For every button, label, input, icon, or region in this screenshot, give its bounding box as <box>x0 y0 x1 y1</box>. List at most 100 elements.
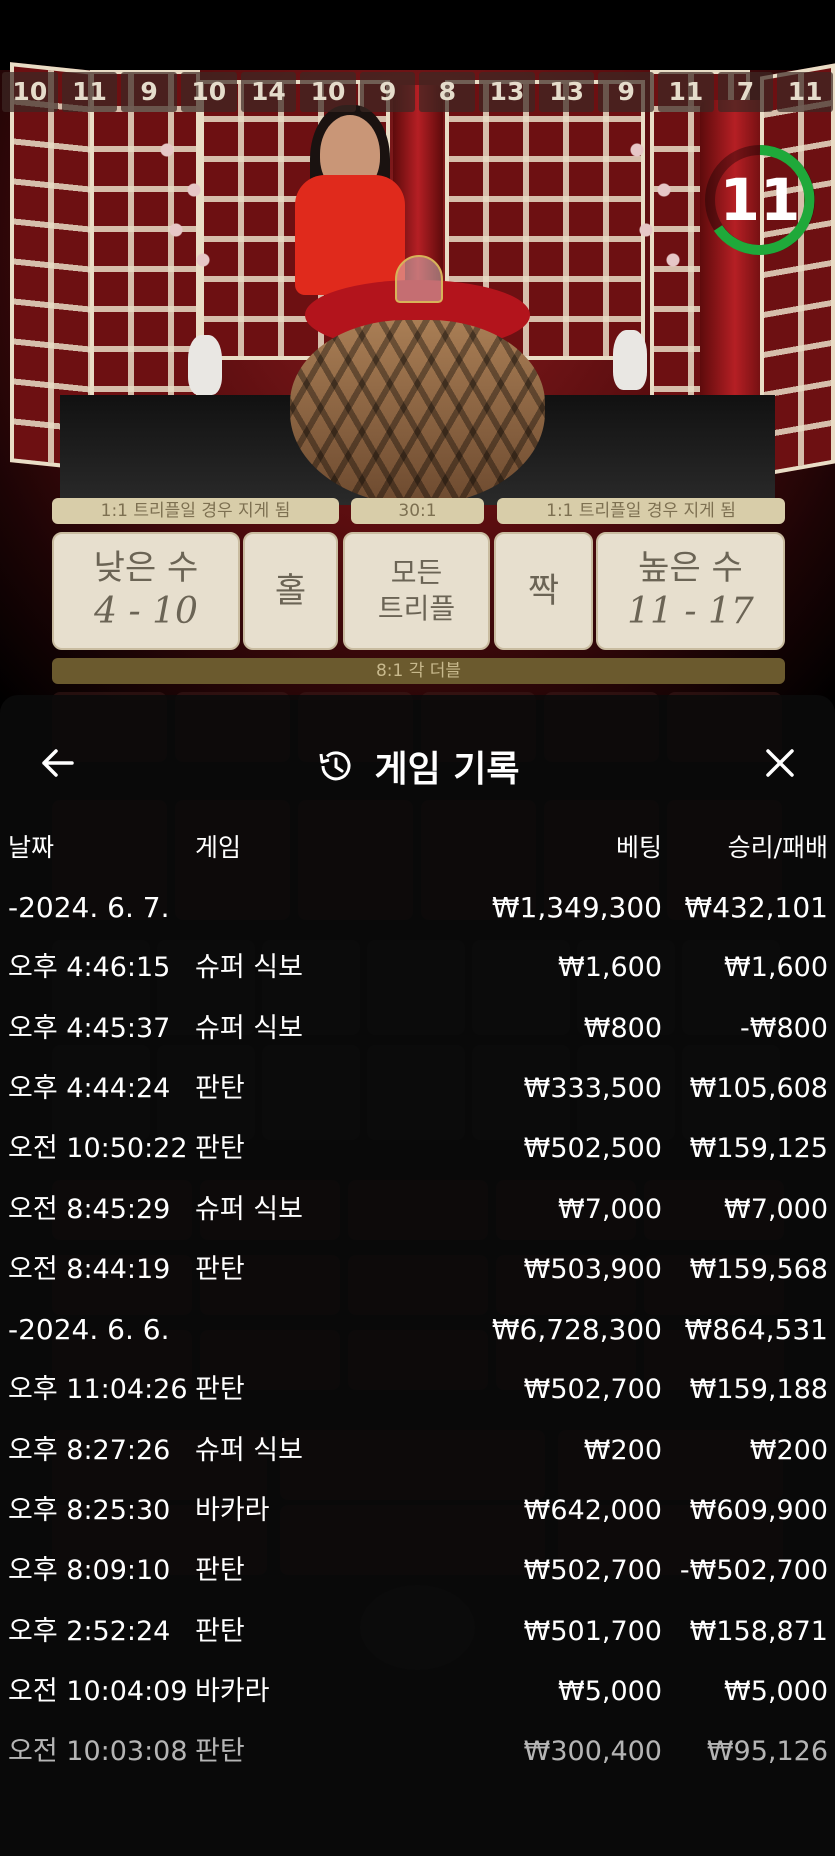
result-number: 9 <box>359 72 416 112</box>
column-date: 날짜 <box>8 833 55 862</box>
history-date: 오전 8:44:19 <box>8 1253 171 1285</box>
history-day-summary[interactable]: -2024. 6. 7. ₩1,349,300 ₩432,101 <box>0 878 835 938</box>
payout-doubles: 8:1 각 더블 <box>52 658 785 684</box>
history-game: 판탄 <box>195 1736 245 1768</box>
history-result: ₩158,871 <box>689 1615 828 1647</box>
history-bet: ₩501,700 <box>523 1615 662 1647</box>
dealer <box>295 175 405 295</box>
history-date: 오후 11:04:26 <box>8 1374 188 1406</box>
recent-results-strip: 10 11 9 10 14 10 9 8 13 13 9 11 7 11 <box>0 72 835 112</box>
panel-title-wrap: 게임 기록 <box>0 740 835 792</box>
result-number: 11 <box>61 72 118 112</box>
history-row: 오후 8:27:26 슈퍼 식보 ₩200 ₩200 <box>0 1421 835 1481</box>
history-game: 판탄 <box>195 1133 245 1165</box>
decor-blossom-left <box>140 110 230 310</box>
column-game: 게임 <box>195 833 242 862</box>
history-result: ₩609,900 <box>689 1495 828 1526</box>
column-bet: 베팅 <box>615 833 662 862</box>
history-row: 오후 4:45:37 슈퍼 식보 ₩800 -₩800 <box>0 999 835 1059</box>
history-clock-icon <box>319 751 351 781</box>
history-bet: ₩333,500 <box>523 1072 662 1104</box>
history-row: 오후 8:09:10 판탄 ₩502,700 -₩502,700 <box>0 1541 835 1601</box>
panel-title: 게임 기록 <box>374 749 520 790</box>
close-icon[interactable] <box>752 735 808 791</box>
history-row: 오전 8:45:29 슈퍼 식보 ₩7,000 ₩7,000 <box>0 1180 835 1240</box>
bet-odd[interactable]: 홀 <box>243 532 338 650</box>
history-bet: ₩502,700 <box>523 1555 662 1587</box>
history-bet: ₩5,000 <box>558 1675 662 1707</box>
history-game: 슈퍼 식보 <box>195 1193 303 1225</box>
decor-vase-right <box>613 330 647 390</box>
history-game: 슈퍼 식보 <box>195 1012 303 1044</box>
history-bet: ₩7,000 <box>558 1193 662 1225</box>
history-date: -2024. 6. 7. <box>8 891 170 924</box>
bet-even[interactable]: 짝 <box>494 532 593 650</box>
history-game: 판탄 <box>195 1253 245 1285</box>
bet-high-label: 높은 수 <box>638 548 743 588</box>
bet-high-range: 11 - 17 <box>627 591 754 632</box>
history-bet: ₩800 <box>583 1012 662 1044</box>
payout-any-triple: 30:1 <box>351 498 484 524</box>
history-date: 오전 10:50:22 <box>8 1133 188 1165</box>
history-game: 바카라 <box>195 1495 270 1526</box>
history-game: 슈퍼 식보 <box>195 952 303 984</box>
bet-odd-label: 홀 <box>274 571 307 611</box>
result-number: 10 <box>300 72 356 112</box>
history-bet: ₩1,600 <box>558 952 662 984</box>
history-bet: ₩300,400 <box>523 1736 662 1768</box>
payout-low: 1:1 트리플일 경우 지게 됨 <box>52 498 339 524</box>
history-result: ₩432,101 <box>684 891 828 924</box>
bet-low-range: 4 - 10 <box>94 591 198 632</box>
bet-any-triple[interactable]: 모든 트리플 <box>343 532 490 650</box>
history-column-headers: 날짜 게임 베팅 승리/패배 <box>0 818 835 878</box>
history-bet: ₩200 <box>583 1434 662 1466</box>
bet-high[interactable]: 높은 수 11 - 17 <box>596 532 785 650</box>
bet-any-triple-line1: 모든 <box>390 556 443 589</box>
history-row: 오전 8:44:19 판탄 ₩503,900 ₩159,568 <box>0 1240 835 1300</box>
result-number: 10 <box>2 72 58 112</box>
history-result: ₩95,126 <box>706 1736 828 1768</box>
history-row: 오전 10:03:08 판탄 ₩300,400 ₩95,126 <box>0 1722 835 1782</box>
result-number: 10 <box>180 72 237 112</box>
history-bet: ₩503,900 <box>523 1253 662 1285</box>
bet-any-triple-line2: 트리플 <box>377 592 456 625</box>
result-number: 14 <box>240 72 297 112</box>
game-history-panel: 게임 기록 날짜 게임 베팅 승리/패배 -2024. 6. 7. ₩1,349,… <box>0 695 835 1856</box>
history-row: 오후 8:25:30 바카라 ₩642,000 ₩609,900 <box>0 1481 835 1541</box>
bet-low[interactable]: 낮은 수 4 - 10 <box>52 532 240 650</box>
history-result: ₩5,000 <box>724 1675 828 1707</box>
pinecone-pedestal <box>290 320 545 505</box>
history-bet: ₩642,000 <box>523 1495 662 1526</box>
history-result: -₩800 <box>740 1012 828 1044</box>
history-bet: ₩502,500 <box>523 1133 662 1165</box>
history-date: 오후 8:09:10 <box>8 1555 171 1587</box>
history-result: ₩200 <box>749 1434 828 1466</box>
history-date: 오후 8:27:26 <box>8 1434 171 1466</box>
history-date: 오후 2:52:24 <box>8 1615 171 1647</box>
history-day-summary[interactable]: -2024. 6. 6. ₩6,728,300 ₩864,531 <box>0 1300 835 1360</box>
result-number: 11 <box>658 72 714 112</box>
result-number: 13 <box>538 72 595 112</box>
history-date: -2024. 6. 6. <box>8 1313 170 1347</box>
history-game: 판탄 <box>195 1374 245 1406</box>
result-number: 8 <box>419 72 476 112</box>
history-result: -₩502,700 <box>679 1555 828 1587</box>
payout-high: 1:1 트리플일 경우 지게 됨 <box>497 498 785 524</box>
history-date: 오전 10:03:08 <box>8 1736 188 1768</box>
dice-shaker <box>395 255 443 303</box>
history-bet: ₩502,700 <box>523 1374 662 1406</box>
history-result: ₩159,188 <box>689 1374 828 1406</box>
history-date: 오전 10:04:09 <box>8 1675 188 1707</box>
history-date: 오후 4:44:24 <box>8 1072 171 1104</box>
result-number: 7 <box>717 72 774 112</box>
result-number: 9 <box>598 72 655 112</box>
history-game: 판탄 <box>195 1615 245 1647</box>
history-game: 판탄 <box>195 1072 245 1104</box>
history-date: 오후 4:46:15 <box>8 952 171 984</box>
live-video: 10 11 9 10 14 10 9 8 13 13 9 11 7 11 11 … <box>0 0 835 700</box>
history-row: 오전 10:04:09 바카라 ₩5,000 ₩5,000 <box>0 1662 835 1722</box>
history-result: ₩864,531 <box>684 1313 828 1347</box>
history-game: 바카라 <box>195 1675 270 1707</box>
bet-even-label: 짝 <box>527 571 560 611</box>
history-date: 오후 4:45:37 <box>8 1012 171 1044</box>
